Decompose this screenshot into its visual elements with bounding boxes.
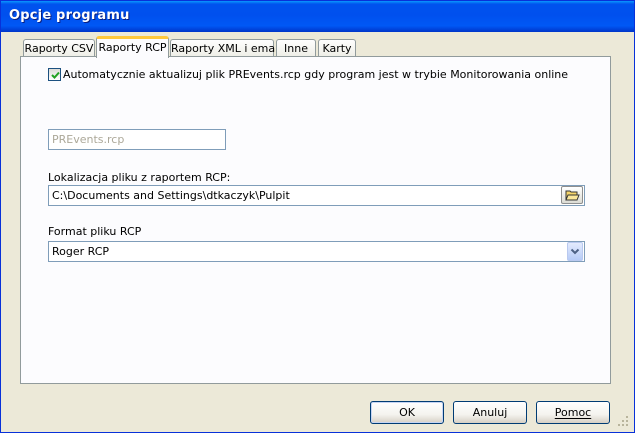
rcp-tab-panel: Automatycznie aktualizuj plik PREvents.r… (20, 56, 611, 384)
location-value: C:\Documents and Settings\dtkaczyk\Pulpi… (52, 189, 290, 202)
tab-xml-email-reports[interactable]: Raporty XML i email (170, 39, 281, 57)
format-label: Format pliku RCP (48, 225, 142, 238)
help-button[interactable]: Pomoc (536, 401, 610, 424)
location-label: Lokalizacja pliku z raportem RCP: (48, 171, 231, 184)
tab-rcp-reports[interactable]: Raporty RCP (96, 36, 169, 58)
options-dialog: Opcje programu Raporty CSV Raporty RCP R… (0, 0, 635, 433)
dialog-client-area: Raporty CSV Raporty RCP Raporty XML i em… (4, 32, 631, 429)
format-select[interactable]: Roger RCP (48, 241, 585, 262)
rcp-filename-field[interactable]: PREvents.rcp (48, 129, 226, 150)
tab-csv-reports[interactable]: Raporty CSV (23, 39, 95, 57)
tab-other[interactable]: Inne (276, 39, 316, 57)
auto-update-label: Automatycznie aktualizuj plik PREvents.r… (63, 68, 569, 81)
format-dropdown-button[interactable] (567, 242, 583, 261)
ok-button[interactable]: OK (370, 401, 444, 424)
tab-cards[interactable]: Karty (318, 39, 356, 57)
auto-update-checkbox[interactable] (48, 68, 61, 81)
title-bar[interactable]: Opcje programu (1, 1, 634, 32)
browse-folder-button[interactable] (561, 186, 583, 204)
location-field[interactable]: C:\Documents and Settings\dtkaczyk\Pulpi… (48, 185, 585, 206)
resize-grip-icon[interactable] (617, 415, 629, 427)
cancel-button[interactable]: Anuluj (453, 401, 527, 424)
chevron-down-icon (570, 248, 580, 255)
checkmark-icon (51, 71, 60, 79)
help-button-label: Pomoc (554, 406, 592, 419)
format-value: Roger RCP (52, 245, 110, 258)
open-folder-icon (565, 190, 580, 201)
window-title: Opcje programu (9, 8, 130, 23)
